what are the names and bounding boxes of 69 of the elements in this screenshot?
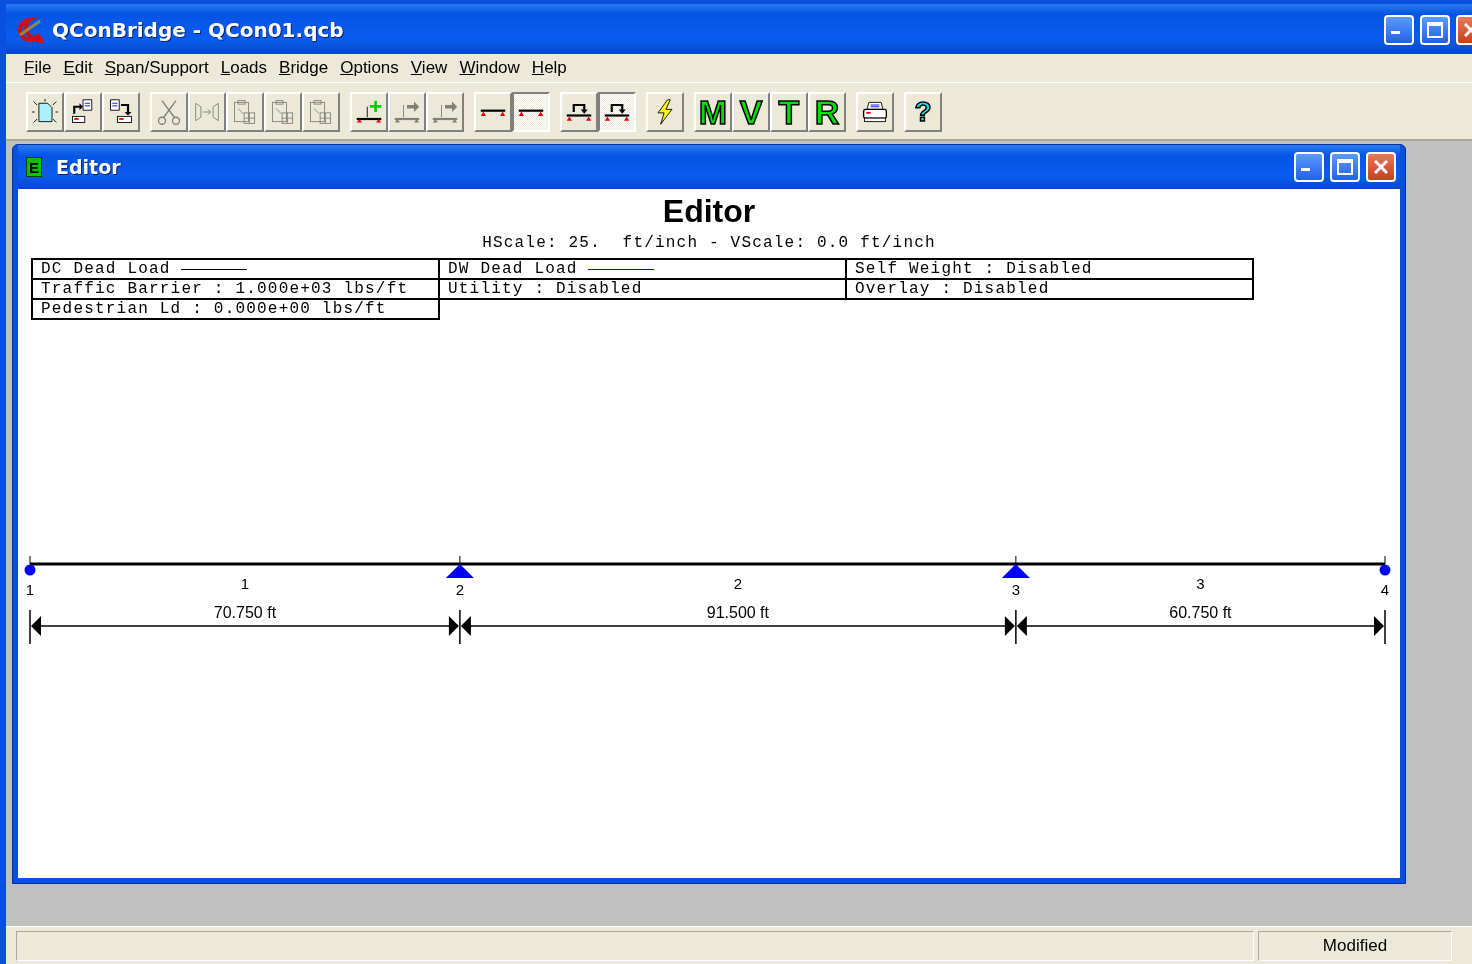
lightning-button[interactable] — [646, 92, 684, 132]
scissors-icon — [155, 98, 183, 126]
pin-support-marker — [1379, 564, 1391, 576]
document-arrow-button[interactable] — [64, 92, 102, 132]
legend-text: Self Weight : Disabled — [855, 260, 1093, 278]
support-label: 1 — [25, 581, 35, 598]
support-label: 4 — [1380, 581, 1390, 598]
legend-text: Traffic Barrier : 1.000e+03 lbs/ft — [41, 280, 409, 298]
support-tick — [1015, 555, 1017, 565]
menu-item[interactable]: Help — [525, 58, 573, 78]
minimize-button[interactable] — [1384, 15, 1414, 45]
document-arrow-icon — [107, 98, 135, 126]
extension-line — [459, 609, 461, 645]
extension-line — [29, 609, 31, 645]
maximize-button[interactable] — [1330, 152, 1360, 182]
span-label: 1 — [240, 575, 250, 592]
legend-text: DC Dead Load — [41, 260, 171, 278]
document-arrow-button[interactable] — [102, 92, 140, 132]
span-label: 2 — [733, 575, 743, 592]
support-triangle — [1001, 564, 1030, 578]
pin-support-marker — [24, 564, 36, 576]
beam-curved-arrow-button[interactable] — [598, 92, 636, 132]
beam-icon — [517, 107, 545, 117]
window-title: QConBridge - QCon01.qcb — [52, 18, 345, 42]
scale-text: HScale: 25. ft/inch - VScale: 0.0 ft/inch — [481, 234, 937, 252]
beam-plus-button[interactable] — [350, 92, 388, 132]
legend-text: Utility : Disabled — [448, 280, 643, 298]
support-label: 2 — [455, 581, 465, 598]
menu-item[interactable]: Options — [334, 58, 405, 78]
minimize-icon — [1301, 168, 1310, 171]
close-button[interactable] — [1366, 152, 1396, 182]
maximize-icon — [1427, 22, 1443, 38]
support-tick — [459, 555, 461, 565]
menu-item[interactable]: Edit — [57, 58, 99, 78]
status-text: Modified — [1258, 931, 1452, 961]
span-length: 70.750 ft — [213, 604, 277, 621]
support-tick — [1384, 555, 1386, 565]
maximize-button[interactable] — [1420, 15, 1450, 45]
app-logo-icon — [16, 17, 44, 43]
support-tick — [29, 555, 31, 565]
document-icon — [31, 98, 59, 126]
extension-line — [1015, 609, 1017, 645]
menu-item[interactable]: Bridge — [273, 58, 335, 78]
beam-icon — [479, 107, 507, 117]
editor-icon: E — [26, 157, 42, 177]
maximize-icon — [1337, 159, 1353, 175]
close-icon — [1374, 160, 1388, 174]
editor-heading: Editor — [661, 193, 757, 230]
extension-line — [1384, 609, 1386, 645]
span-label: 3 — [1196, 575, 1205, 592]
printer-button[interactable] — [856, 92, 894, 132]
menu-item[interactable]: Window — [453, 58, 526, 78]
document-button[interactable] — [26, 92, 64, 132]
span-length: 60.750 ft — [1169, 604, 1232, 621]
support-triangle — [445, 564, 474, 578]
beam-button[interactable] — [512, 92, 550, 132]
beam-plus-icon — [355, 98, 383, 126]
minimize-icon — [1391, 31, 1400, 34]
legend-text: DW Dead Load — [448, 260, 578, 278]
span-length: 91.500 ft — [706, 604, 769, 621]
support-label: 3 — [1011, 581, 1021, 598]
menu-item[interactable]: View — [404, 58, 454, 78]
menu-item[interactable]: Loads — [214, 58, 274, 78]
legend-text: Pedestrian Ld : 0.000e+00 lbs/ft — [41, 300, 387, 318]
legend-text: Overlay : Disabled — [855, 280, 1050, 298]
menu-item[interactable]: Span/Support — [98, 58, 215, 78]
window-title: Editor — [56, 156, 122, 178]
minimize-button[interactable] — [1294, 152, 1324, 182]
menu-item[interactable]: File — [18, 58, 58, 78]
